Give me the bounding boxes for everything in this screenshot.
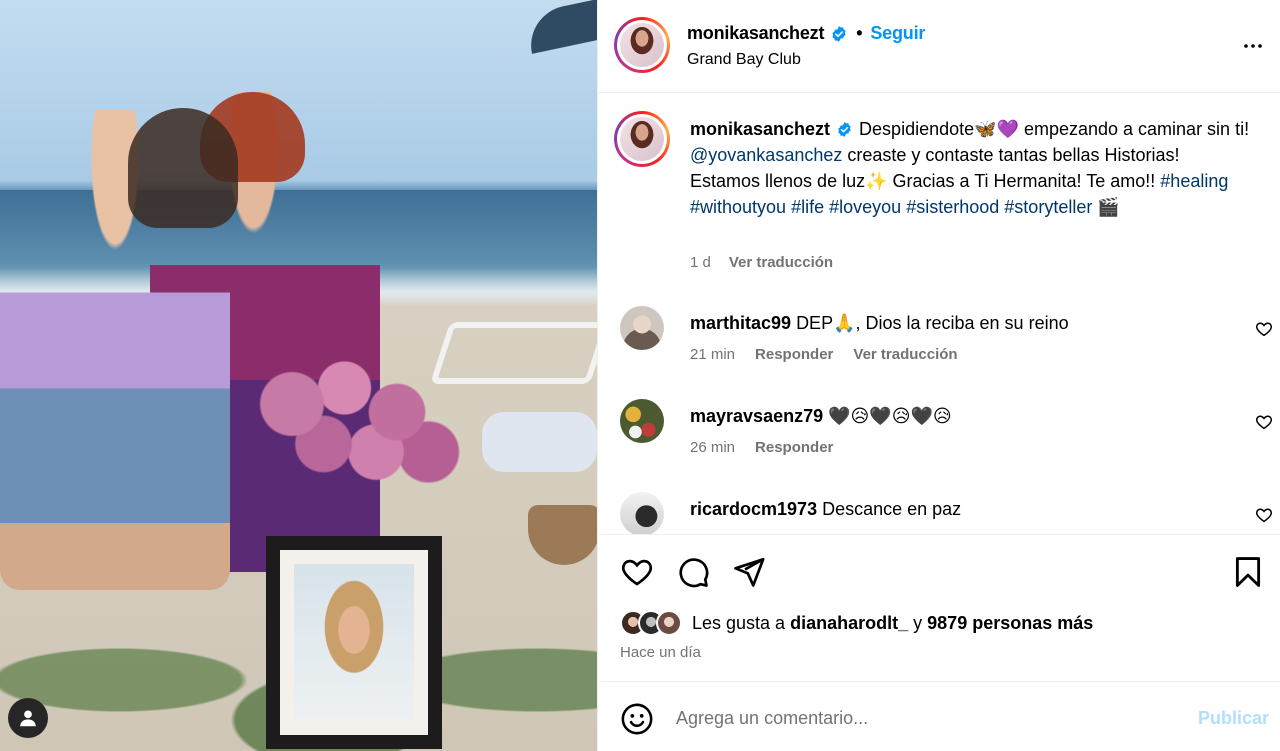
likes-prefix: Les gusta a — [692, 612, 786, 633]
tagged-users-button[interactable] — [8, 698, 48, 738]
comment-item: mayravsaenz79 🖤😥🖤😥🖤😥 26 min Responder — [598, 399, 1280, 491]
caption-translate-button[interactable]: Ver traducción — [729, 254, 833, 271]
commenter-avatar[interactable] — [620, 399, 664, 443]
caption-text: monikasanchezt Despidiendote🦋💜 empezando… — [690, 116, 1250, 220]
photo-roses — [250, 340, 460, 500]
hashtag[interactable]: #storyteller — [1004, 197, 1092, 217]
follow-button[interactable]: Seguir — [870, 23, 925, 44]
heart-icon[interactable] — [1255, 413, 1273, 431]
photo-pillow — [482, 412, 597, 472]
hashtag[interactable]: #life — [791, 197, 824, 217]
caption-emoji: 🎬 — [1097, 197, 1120, 217]
comment-body: Descance en paz — [822, 499, 962, 519]
publish-button[interactable]: Publicar — [1198, 708, 1269, 729]
reply-button[interactable]: Responder — [755, 346, 833, 363]
commenter-avatar[interactable] — [620, 492, 664, 534]
comment-input[interactable] — [676, 698, 1176, 738]
post-photo[interactable] — [0, 0, 597, 751]
comment-text: mayravsaenz79 🖤😥🖤😥🖤😥 — [690, 403, 952, 429]
caption-author-avatar[interactable] — [614, 111, 670, 167]
verified-badge-icon — [832, 25, 846, 42]
post-location[interactable]: Grand Bay Club — [687, 51, 801, 69]
liker-username[interactable]: dianaharodlt_ — [790, 613, 908, 633]
paper-plane-icon[interactable] — [732, 555, 766, 589]
liker-avatar — [656, 610, 682, 636]
portrait-picture — [294, 564, 414, 721]
bookmark-icon[interactable] — [1231, 555, 1265, 589]
heart-icon[interactable] — [620, 555, 654, 589]
translate-button[interactable]: Ver traducción — [853, 346, 957, 363]
post-timestamp[interactable]: Hace un día — [620, 644, 701, 661]
comment-text: ricardocm1973 Descance en paz — [690, 496, 961, 522]
person-icon — [20, 710, 36, 727]
caption-mention[interactable]: @yovankasanchez — [690, 145, 842, 165]
photo-girl-hair — [128, 108, 238, 228]
comment-item: marthitac99 DEP🙏, Dios la reciba en su re… — [598, 306, 1280, 398]
commenter-avatar[interactable] — [620, 306, 664, 350]
author-line: monikasanchezt • Seguir — [687, 23, 925, 44]
comment-meta: 21 min Responder Ver traducción — [690, 346, 958, 363]
comment-text: marthitac99 DEP🙏, Dios la reciba en su re… — [690, 310, 1069, 336]
reply-button[interactable]: Responder — [755, 439, 833, 456]
author-username[interactable]: monikasanchezt — [687, 23, 824, 44]
hashtag[interactable]: #sisterhood — [906, 197, 999, 217]
likes-connector: y — [913, 612, 923, 633]
hashtag[interactable]: #healing — [1160, 171, 1228, 191]
hashtag[interactable]: #loveyou — [829, 197, 901, 217]
verified-badge-icon — [838, 122, 851, 137]
photo-portrait-frame — [266, 536, 442, 749]
comment-body: DEP🙏, Dios la reciba en su reino — [796, 313, 1069, 333]
separator-dot: • — [856, 23, 863, 43]
post-header: monikasanchezt • Seguir Grand Bay Club — [598, 0, 1280, 93]
author-avatar[interactable] — [614, 17, 670, 73]
post-side-panel: monikasanchezt • Seguir Grand Bay Club m… — [597, 0, 1280, 751]
more-options-icon[interactable] — [1241, 34, 1265, 58]
comment-age[interactable]: 26 min — [690, 439, 735, 456]
heart-icon[interactable] — [1255, 320, 1273, 338]
heart-icon[interactable] — [1255, 506, 1273, 524]
photo-umbrella — [523, 0, 597, 54]
comment-composer: Publicar — [598, 681, 1280, 751]
comment-age[interactable]: 21 min — [690, 346, 735, 363]
comment-meta: 26 min Responder — [690, 439, 833, 456]
comments-scroll-area[interactable]: monikasanchezt Despidiendote🦋💜 empezando… — [598, 94, 1280, 534]
commenter-username[interactable]: ricardocm1973 — [690, 499, 817, 519]
hashtag[interactable]: #withoutyou — [690, 197, 786, 217]
caption-username[interactable]: monikasanchezt — [690, 119, 830, 139]
caption-age[interactable]: 1 d — [690, 254, 711, 271]
commenter-username[interactable]: mayravsaenz79 — [690, 406, 823, 426]
caption-meta: 1 d Ver traducción — [690, 254, 833, 271]
caption-body-1: Despidiendote🦋💜 empezando a caminar sin … — [859, 119, 1250, 139]
comment-bubble-icon[interactable] — [676, 555, 710, 589]
smiley-icon[interactable] — [620, 702, 654, 736]
likes-summary: Les gusta a dianaharodlt_ y 9879 persona… — [620, 610, 1093, 636]
comment-item: ricardocm1973 Descance en paz — [598, 492, 1280, 534]
likes-count-button[interactable]: 9879 personas más — [927, 613, 1093, 633]
commenter-username[interactable]: marthitac99 — [690, 313, 791, 333]
likes-text: Les gusta a dianaharodlt_ y 9879 persona… — [692, 613, 1093, 634]
comment-body: 🖤😥🖤😥🖤😥 — [828, 406, 952, 426]
post-actions: Les gusta a dianaharodlt_ y 9879 persona… — [598, 534, 1280, 681]
